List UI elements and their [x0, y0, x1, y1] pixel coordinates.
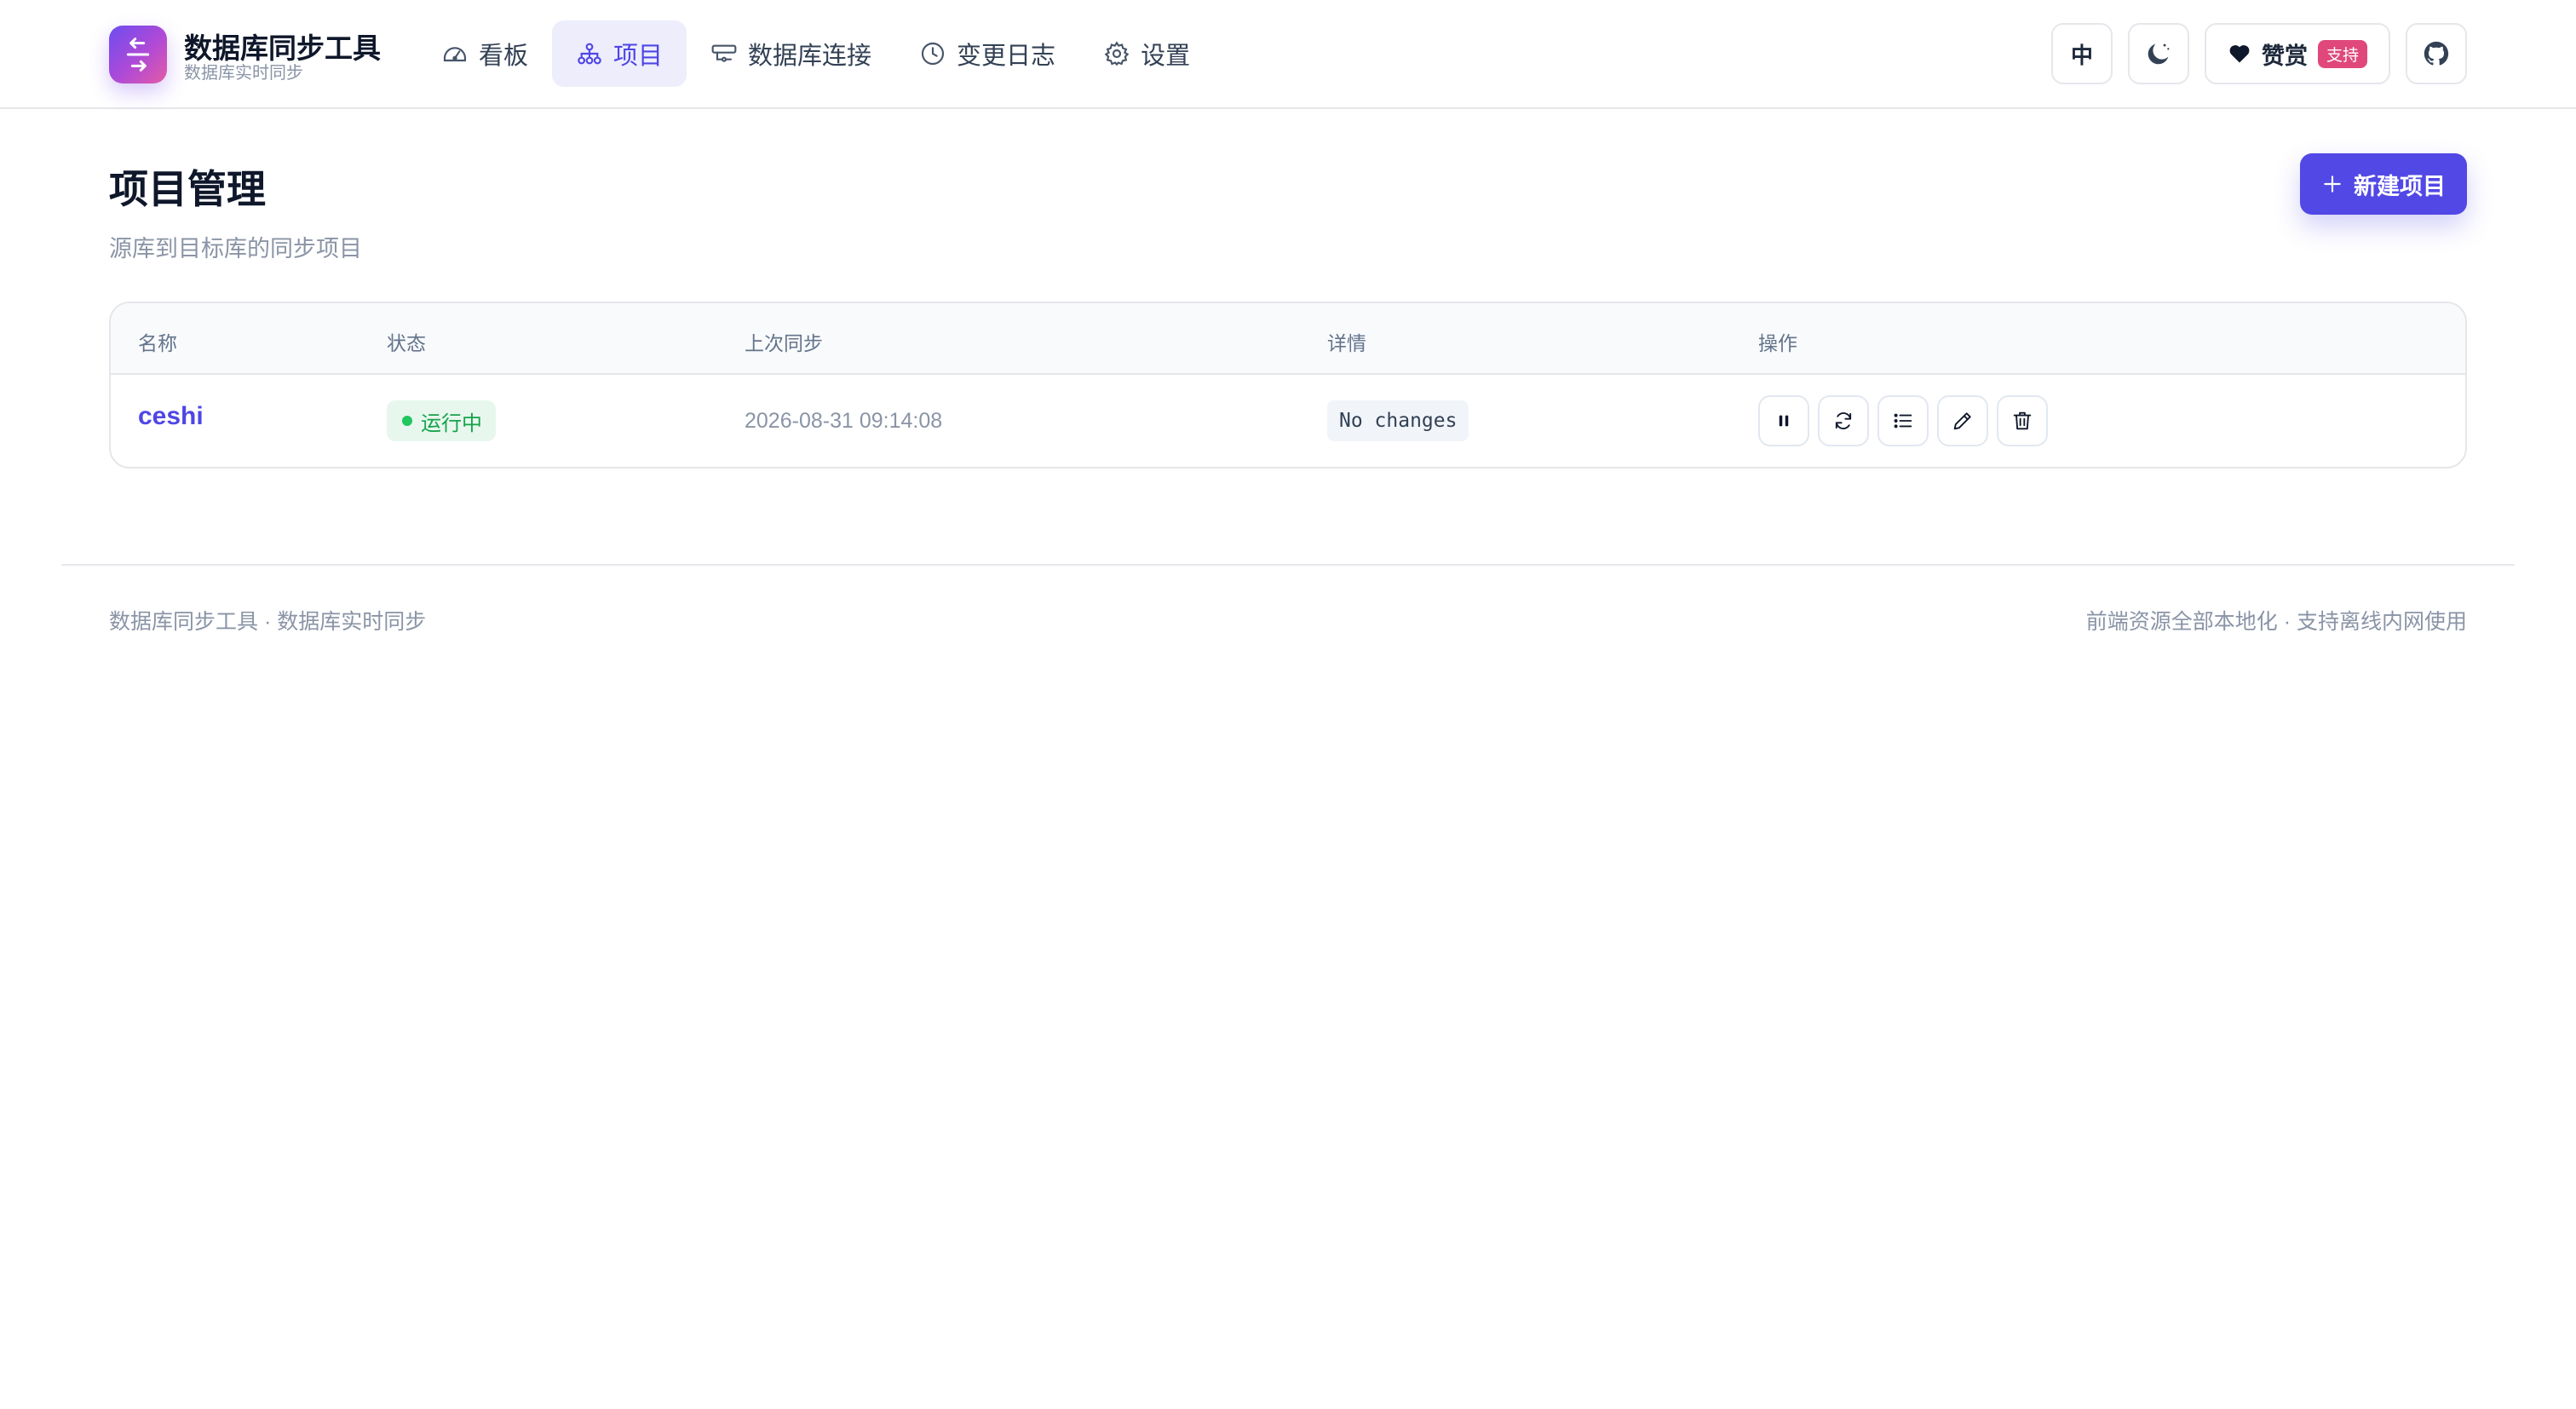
top-header: 数据库同步工具 数据库实时同步 看板 项目 数据库连接 变更日志 设置 中 赞赏… — [0, 0, 2576, 109]
moon-icon — [2148, 43, 2170, 65]
page-subtitle: 源库到目标库的同步项目 — [109, 236, 362, 262]
clock-icon — [921, 42, 945, 66]
pause-icon — [1779, 415, 1789, 427]
nav-item-label: 看板 — [479, 43, 529, 70]
list-icon — [1894, 413, 1912, 428]
support-badge: 支持 — [2317, 39, 2367, 68]
nav-item-label: 变更日志 — [957, 43, 1056, 70]
column-header-name: 名称 — [138, 332, 177, 354]
nav-item-db-connections[interactable]: 数据库连接 — [687, 20, 895, 87]
edit-icon — [1953, 412, 1971, 430]
app-subtitle: 数据库实时同步 — [184, 64, 303, 83]
new-project-label: 新建项目 — [2354, 173, 2446, 199]
donate-label: 赞赏 — [2261, 43, 2308, 69]
database-connection-icon — [711, 44, 737, 62]
language-toggle-button[interactable]: 中 — [2051, 23, 2113, 84]
footer-left-text: 数据库同步工具 · 数据库实时同步 — [109, 610, 427, 634]
theme-toggle-button[interactable] — [2128, 23, 2189, 84]
nav-item-projects[interactable]: 项目 — [552, 20, 687, 87]
project-name-link[interactable]: ceshi — [138, 402, 204, 431]
language-label: 中 — [2070, 42, 2093, 68]
column-header-status: 状态 — [387, 332, 426, 354]
page-title: 项目管理 — [109, 167, 266, 211]
nav-item-label: 项目 — [613, 43, 664, 70]
column-header-detail: 详情 — [1327, 332, 1366, 354]
sync-arrows-icon — [126, 37, 150, 72]
nav-item-label: 设置 — [1141, 43, 1191, 70]
trash-icon — [2013, 411, 2032, 430]
status-badge: 运行中 — [387, 400, 496, 441]
dashboard-icon — [443, 47, 467, 62]
detail-text: No changes — [1327, 400, 1469, 441]
pause-button[interactable] — [1758, 395, 1809, 446]
delete-button[interactable] — [1997, 395, 2048, 446]
gear-icon — [1104, 41, 1130, 66]
resync-button[interactable] — [1818, 395, 1869, 446]
refresh-icon — [1835, 412, 1852, 429]
projects-table: 名称 状态 上次同步 详情 操作 ceshi 运行中 2026-08-31 09… — [109, 302, 2467, 469]
footer-divider — [61, 564, 2515, 566]
column-header-last-sync: 上次同步 — [745, 332, 823, 354]
donate-button[interactable]: 赞赏 支持 — [2205, 23, 2390, 84]
table-row: ceshi 运行中 2026-08-31 09:14:08 No changes — [111, 375, 2465, 467]
new-project-button[interactable]: 新建项目 — [2300, 153, 2467, 215]
status-label: 运行中 — [421, 411, 482, 435]
nav-item-changelog[interactable]: 变更日志 — [895, 20, 1079, 87]
plus-icon — [2324, 175, 2341, 193]
nav-item-dashboard[interactable]: 看板 — [417, 20, 552, 87]
app-logo[interactable] — [109, 26, 167, 83]
github-icon — [2424, 41, 2449, 66]
footer-right-text: 前端资源全部本地化 · 支持离线内网使用 — [2085, 610, 2467, 634]
heart-icon — [2229, 45, 2250, 63]
status-dot — [402, 416, 412, 426]
project-icon — [578, 43, 601, 65]
nav-item-settings[interactable]: 设置 — [1079, 20, 1214, 87]
row-actions — [1758, 395, 2048, 446]
main-nav: 看板 项目 数据库连接 变更日志 设置 — [417, 20, 1214, 87]
column-header-actions: 操作 — [1758, 332, 1797, 354]
table-header: 名称 状态 上次同步 详情 操作 — [111, 303, 2465, 375]
nav-item-label: 数据库连接 — [748, 43, 872, 70]
last-sync-time: 2026-08-31 09:14:08 — [745, 409, 943, 433]
edit-button[interactable] — [1937, 395, 1988, 446]
github-button[interactable] — [2406, 23, 2467, 84]
view-logs-button[interactable] — [1877, 395, 1929, 446]
